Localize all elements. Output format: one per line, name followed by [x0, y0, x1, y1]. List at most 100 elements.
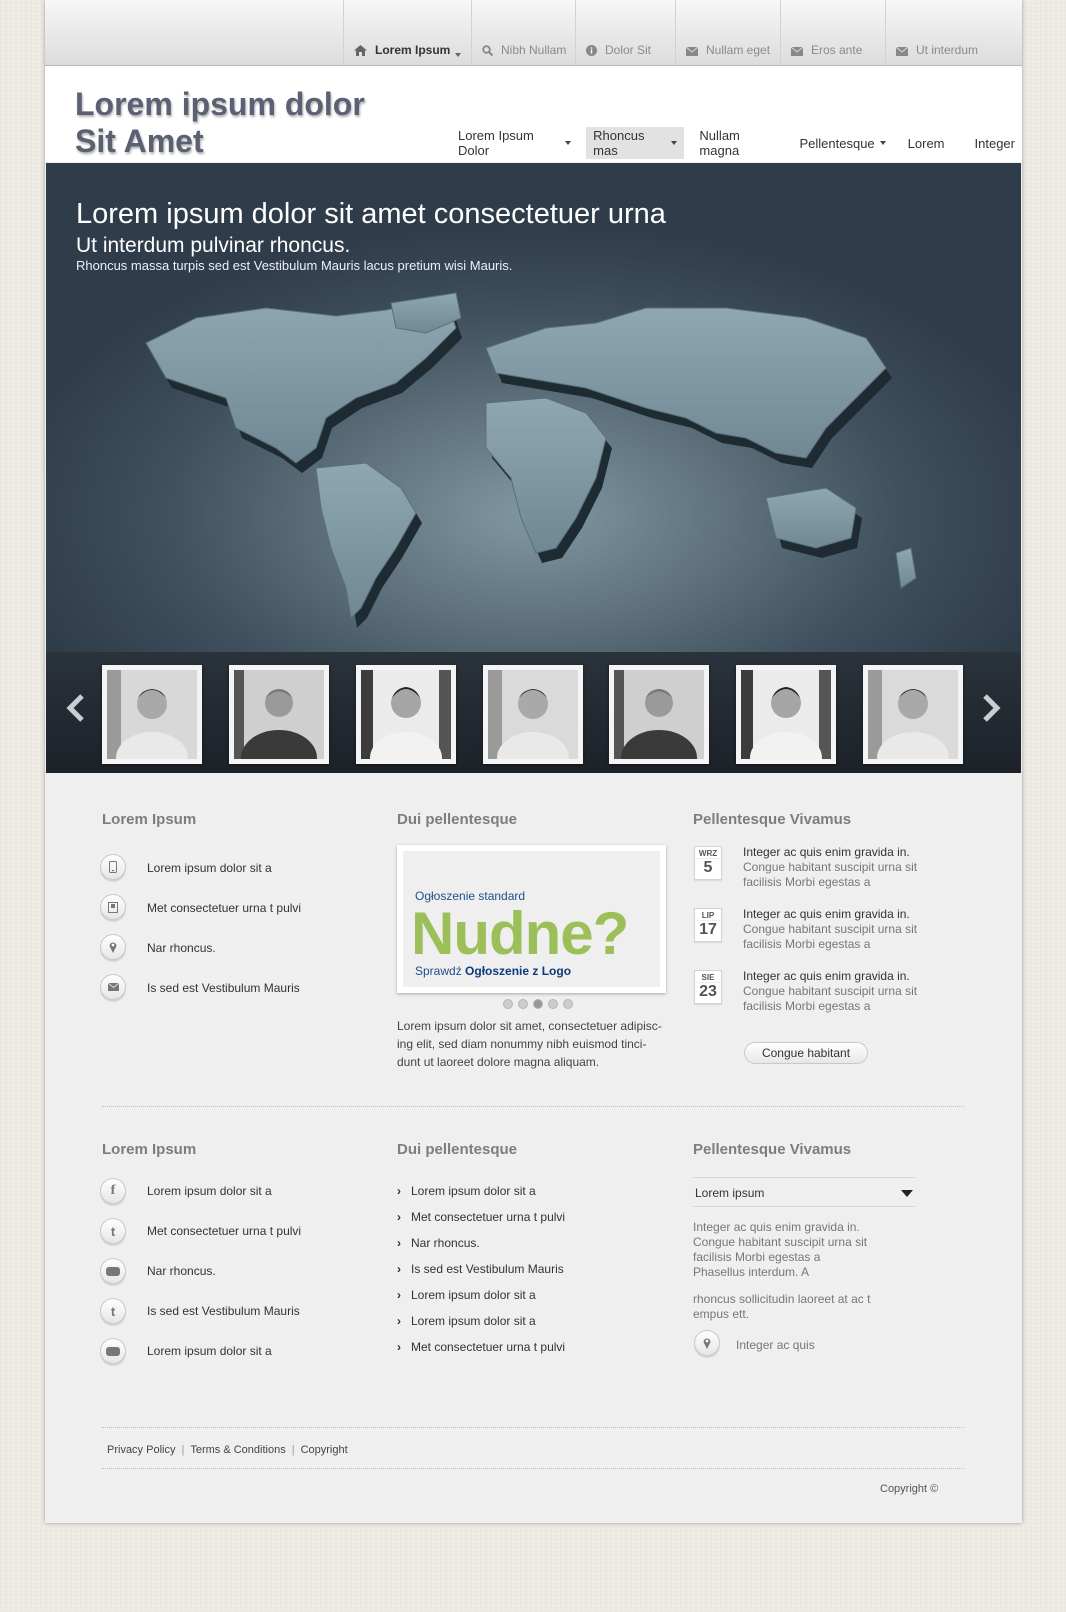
thumbnail-photo[interactable] [863, 665, 963, 784]
date-badge: LIP 17 [694, 908, 722, 942]
topnav-label: Lorem Ipsum [375, 43, 451, 57]
copyright-link[interactable]: Copyright [301, 1444, 348, 1456]
link-label: Nar rhoncus. [411, 1236, 480, 1250]
topnav-label: Eros ante [811, 43, 863, 57]
social-item-label[interactable]: Lorem ipsum dolor sit a [147, 1184, 272, 1198]
twitter-icon[interactable]: t [100, 1218, 126, 1244]
topnav-item-ut-interdum[interactable]: Ut interdum [885, 0, 991, 66]
site-logo[interactable]: Lorem ipsum dolor Sit Amet [75, 86, 395, 160]
news-title[interactable]: Integer ac quis enim gravida in. [743, 907, 910, 921]
slider-dot[interactable] [518, 999, 528, 1009]
topnav-item-nibh-nullam[interactable]: Nibh Nullam [471, 0, 575, 66]
chevron-right-icon[interactable] [981, 694, 1001, 722]
advert-cta: Sprawdź Ogłoszenie z Logo [415, 964, 571, 978]
link-list-item[interactable]: › Lorem ipsum dolor sit a [397, 1288, 536, 1302]
congue-habitant-button[interactable]: Congue habitant [744, 1042, 868, 1064]
topnav-item-dolor-sit[interactable]: Dolor Sit [575, 0, 675, 66]
info-icon [586, 45, 597, 56]
topnav-item-lorem-ipsum[interactable]: Lorem Ipsum [343, 0, 471, 66]
section-title: Pellentesque Vivamus [693, 811, 852, 828]
mainnav-item-integer[interactable]: Integer [968, 127, 1022, 159]
topnav-label: Ut interdum [916, 43, 979, 57]
topnav-label: Nibh Nullam [501, 43, 567, 57]
thumbnail-photo[interactable] [736, 665, 836, 784]
chevron-down-icon [879, 141, 886, 145]
link-list-item[interactable]: › Lorem ipsum dolor sit a [397, 1314, 536, 1328]
slider-dot[interactable] [563, 999, 573, 1009]
link-label: Is sed est Vestibulum Mauris [411, 1262, 564, 1276]
social-item-label[interactable]: Lorem ipsum dolor sit a [147, 1344, 272, 1358]
mainnav-item-lorem[interactable]: Lorem [901, 127, 952, 159]
topnav-label: Nullam eget [706, 43, 771, 57]
footer-divider [102, 1468, 964, 1469]
advert-banner[interactable]: Ogłoszenie standard Nudne? Sprawdź Ogłos… [397, 845, 666, 993]
youtube-icon[interactable] [100, 1258, 126, 1284]
privacy-policy-link[interactable]: Privacy Policy [107, 1444, 175, 1456]
contact-item-label: Nar rhoncus. [147, 941, 216, 955]
link-list-item[interactable]: › Lorem ipsum dolor sit a [397, 1184, 536, 1198]
mail-icon [686, 47, 698, 56]
main-nav: Lorem Ipsum Dolor Rhoncus mas Nullam mag… [451, 127, 1022, 159]
hero-banner: Lorem ipsum dolor sit amet consectetuer … [46, 163, 1021, 652]
mainnav-item-lorem-ipsum-dolor[interactable]: Lorem Ipsum Dolor [451, 127, 578, 159]
slider-dot[interactable] [503, 999, 513, 1009]
mainnav-label: Integer [974, 135, 1015, 151]
twitter-icon[interactable]: t [100, 1298, 126, 1324]
portrait-image [741, 670, 831, 784]
portrait-image [234, 670, 324, 786]
topnav-item-nullam-eget[interactable]: Nullam eget [675, 0, 780, 66]
topnav-item-eros-ante[interactable]: Eros ante [780, 0, 885, 66]
link-list-item[interactable]: › Is sed est Vestibulum Mauris [397, 1262, 564, 1276]
topnav-label: Dolor Sit [605, 43, 652, 57]
news-body: Congue habitant suscipit urna sit facili… [743, 984, 918, 1013]
youtube-icon[interactable] [100, 1338, 126, 1364]
social-item-label[interactable]: Met consectetuer urna t pulvi [147, 1224, 301, 1238]
thumbnail-carousel [46, 652, 1021, 786]
thumbnail-photo[interactable] [102, 665, 202, 784]
chevron-right-icon: › [397, 1288, 401, 1302]
chevron-left-icon[interactable] [66, 694, 86, 722]
home-icon [354, 45, 367, 56]
mainnav-item-rhoncus-mas[interactable]: Rhoncus mas [586, 127, 685, 159]
chevron-down-icon [455, 53, 462, 57]
mainnav-item-nullam-magna[interactable]: Nullam magna [692, 127, 784, 159]
mainnav-label: Lorem [907, 135, 945, 151]
slider-dot[interactable] [548, 999, 558, 1009]
mainnav-item-pellentesque[interactable]: Pellentesque [792, 127, 892, 159]
social-item-label[interactable]: Nar rhoncus. [147, 1264, 216, 1278]
link-list-item[interactable]: › Nar rhoncus. [397, 1236, 480, 1250]
terms-link[interactable]: Terms & Conditions [190, 1444, 285, 1456]
location-select[interactable]: Lorem ipsum [693, 1177, 915, 1207]
thumbnail-photo[interactable] [483, 665, 583, 784]
select-value: Lorem ipsum [695, 1186, 765, 1200]
location-label: Integer ac quis [736, 1338, 815, 1352]
fax-icon [100, 894, 126, 920]
portrait-image [361, 670, 451, 784]
section-title: Dui pellentesque [397, 811, 518, 828]
thumbnail-photo[interactable] [609, 665, 709, 786]
news-body: Congue habitant suscipit urna sit facili… [743, 922, 918, 951]
social-item-label[interactable]: Is sed est Vestibulum Mauris [147, 1304, 300, 1318]
news-title[interactable]: Integer ac quis enim gravida in. [743, 845, 910, 859]
date-badge: WRZ 5 [694, 846, 722, 880]
thumbnail-photo[interactable] [356, 665, 456, 784]
search-icon [482, 45, 493, 56]
mainnav-label: Nullam magna [699, 128, 740, 158]
link-label: Lorem ipsum dolor sit a [411, 1184, 536, 1198]
top-nav: Lorem Ipsum Nibh Nullam Dolor Sit Nullam… [343, 0, 991, 66]
logo-line-1: Lorem ipsum dolor [75, 86, 365, 122]
date-month: SIE [701, 973, 715, 982]
link-list-item[interactable]: › Met consectetuer urna t pulvi [397, 1340, 565, 1354]
link-list-item[interactable]: › Met consectetuer urna t pulvi [397, 1210, 565, 1224]
date-badge: SIE 23 [694, 970, 722, 1004]
section-title: Dui pellentesque [397, 1141, 518, 1158]
column-paragraph: Lorem ipsum dolor sit amet, consectetuer… [397, 1019, 662, 1069]
location-pin-icon [694, 1330, 720, 1356]
top-bar: Lorem Ipsum Nibh Nullam Dolor Sit Nullam… [45, 0, 1022, 66]
thumbnail-photo[interactable] [229, 665, 329, 786]
news-title[interactable]: Integer ac quis enim gravida in. [743, 969, 910, 983]
date-day: 17 [695, 920, 721, 939]
facebook-icon[interactable]: f [100, 1178, 126, 1204]
chevron-down-icon [565, 141, 572, 145]
slider-dot-active[interactable] [533, 999, 543, 1009]
